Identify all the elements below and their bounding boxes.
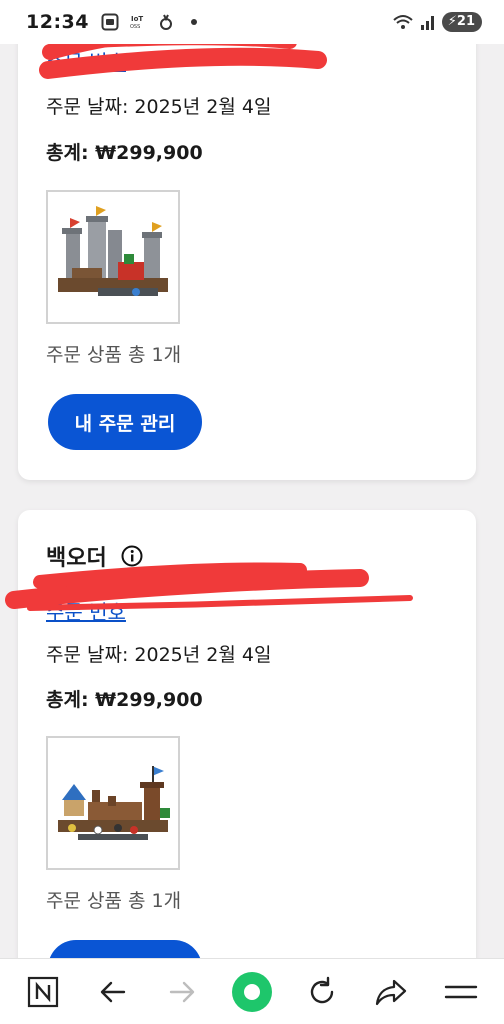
home-circle-icon xyxy=(231,971,272,1012)
refresh-icon xyxy=(310,976,333,1003)
battery-icon: ⚡21 xyxy=(441,12,482,32)
info-icon[interactable] xyxy=(121,545,143,567)
back-button[interactable] xyxy=(91,970,135,1014)
castle-set-image xyxy=(48,192,178,322)
product-thumbnail-castle[interactable] xyxy=(46,190,180,324)
army-set-image xyxy=(48,738,178,868)
status-bar: 12:34 IoT OSS ⚡21 xyxy=(0,0,504,44)
back-arrow-icon xyxy=(100,981,125,1002)
order-card: 주문 번호 주문 날짜: 2025년 2월 4일 총계: ₩299,900 주문… xyxy=(18,0,476,480)
manage-my-order-button[interactable]: 내 주문 관리 xyxy=(48,394,202,450)
order-total: 총계: ₩299,900 xyxy=(46,689,203,711)
order-item-count: 주문 상품 총 1개 xyxy=(46,344,182,366)
order-item-count: 주문 상품 총 1개 xyxy=(46,890,182,912)
order-date: 주문 날짜: 2025년 2월 4일 xyxy=(46,644,272,666)
order-date: 주문 날짜: 2025년 2월 4일 xyxy=(46,96,272,118)
svg-text:OSS: OSS xyxy=(130,24,140,30)
status-right: ⚡21 xyxy=(392,12,482,32)
menu-button[interactable] xyxy=(439,970,483,1014)
naver-home-button[interactable] xyxy=(21,970,65,1014)
browser-bottom-nav xyxy=(0,958,504,1024)
menu-icon xyxy=(444,985,478,998)
fitness-icon xyxy=(159,14,172,30)
status-icons-left: IoT OSS xyxy=(101,13,203,31)
wifi-icon xyxy=(393,15,413,29)
backorder-card: 백오더 주문 번호 주문 날짜: 2025년 2월 4일 총계: ₩299,90… xyxy=(18,510,476,996)
dot-icon xyxy=(190,19,197,25)
refresh-button[interactable] xyxy=(300,970,344,1014)
order-total: 총계: ₩299,900 xyxy=(46,142,203,164)
status-time: 12:34 xyxy=(26,11,89,33)
backorder-title: 백오더 xyxy=(46,540,143,572)
iot-icon: IoT OSS xyxy=(130,15,143,30)
backorder-label: 백오더 xyxy=(46,546,107,571)
naver-icon xyxy=(27,976,58,1007)
order-number-link[interactable]: 주문 번호 xyxy=(46,596,126,625)
share-icon xyxy=(376,979,407,1005)
product-thumbnail-army[interactable] xyxy=(46,736,180,870)
green-home-button[interactable] xyxy=(230,970,274,1014)
screenshot-icon xyxy=(101,13,119,31)
signal-icon xyxy=(420,16,434,30)
svg-text:IoT: IoT xyxy=(131,15,143,23)
forward-arrow-icon xyxy=(170,981,195,1002)
share-button[interactable] xyxy=(369,970,413,1014)
order-number-link[interactable]: 주문 번호 xyxy=(46,46,126,75)
battery-level: 21 xyxy=(456,14,475,29)
page: 12:34 IoT OSS ⚡21 주문 번호 주문 날짜: 2025년 2월 … xyxy=(0,0,504,1024)
forward-button[interactable] xyxy=(160,970,204,1014)
